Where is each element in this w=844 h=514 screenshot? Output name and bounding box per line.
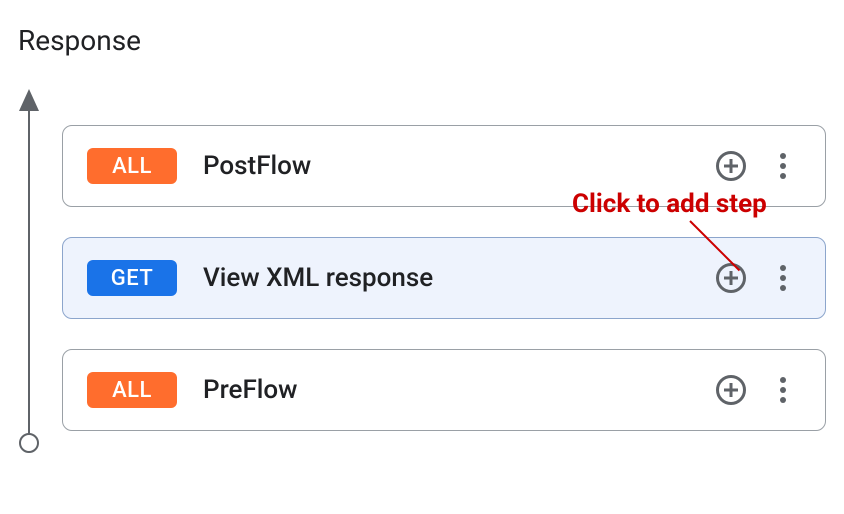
more-menu-button[interactable] [765, 372, 801, 408]
plus-circle-icon [716, 151, 746, 181]
more-menu-button[interactable] [765, 260, 801, 296]
flow-row-label: PostFlow [203, 151, 687, 181]
kebab-icon [780, 377, 786, 403]
plus-circle-icon [716, 375, 746, 405]
flow-list-container: ALL PostFlow GET View XML response [18, 97, 826, 443]
flow-rail [18, 97, 62, 443]
kebab-icon [780, 153, 786, 179]
kebab-icon [780, 265, 786, 291]
add-step-button[interactable] [713, 372, 749, 408]
flow-row-actions [713, 148, 801, 184]
flow-row-actions [713, 260, 801, 296]
flow-row-preflow[interactable]: ALL PreFlow [62, 349, 826, 431]
method-badge: GET [87, 260, 177, 296]
method-badge: ALL [87, 372, 177, 408]
flow-row-view-xml-response[interactable]: GET View XML response [62, 237, 826, 319]
rail-line [28, 97, 30, 443]
add-step-button[interactable] [713, 148, 749, 184]
flow-rows: ALL PostFlow GET View XML response [62, 97, 826, 443]
section-heading: Response [18, 24, 826, 57]
flow-row-label: PreFlow [203, 375, 687, 405]
flow-row-postflow[interactable]: ALL PostFlow [62, 125, 826, 207]
more-menu-button[interactable] [765, 148, 801, 184]
method-badge: ALL [87, 148, 177, 184]
rail-start-circle-icon [19, 433, 39, 453]
plus-circle-icon [716, 263, 746, 293]
add-step-button[interactable] [713, 260, 749, 296]
flow-row-actions [713, 372, 801, 408]
flow-row-label: View XML response [203, 263, 687, 293]
